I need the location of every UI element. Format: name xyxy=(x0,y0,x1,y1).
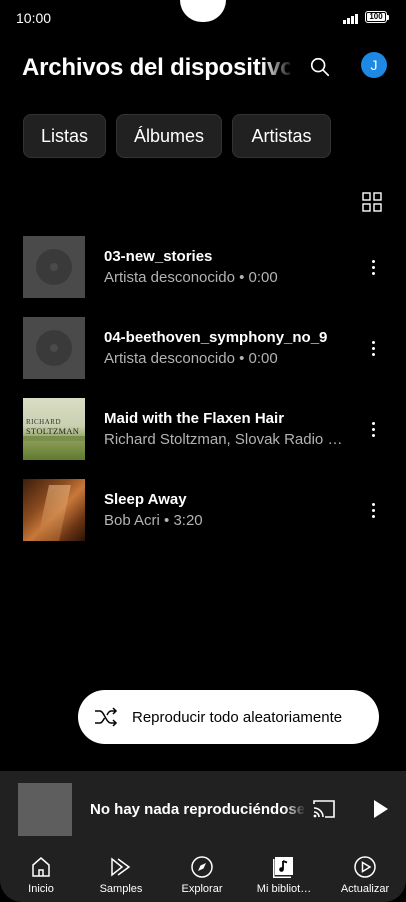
samples-icon xyxy=(111,857,131,877)
shuffle-icon xyxy=(95,707,118,727)
chip-artistas[interactable]: Artistas xyxy=(232,114,331,158)
track-subtitle: Bob Acri • 3:20 xyxy=(104,512,203,529)
track-title: Sleep Away xyxy=(104,491,187,508)
track-title: Maid with the Flaxen Hair xyxy=(104,410,285,427)
play-button[interactable] xyxy=(368,797,392,821)
track-row[interactable]: 04-beethoven_symphony_no_9 Artista desco… xyxy=(0,317,406,387)
more-options-icon[interactable] xyxy=(364,501,382,519)
more-options-icon[interactable] xyxy=(364,420,382,438)
signal-icon xyxy=(343,12,361,24)
shuffle-all-button[interactable]: Reproducir todo aleatoriamente xyxy=(78,690,379,744)
search-icon xyxy=(310,57,330,77)
camera-notch xyxy=(180,0,226,22)
nav-item-explorar[interactable]: Explorar xyxy=(162,845,242,902)
nav-label: Samples xyxy=(99,883,143,895)
title-fade xyxy=(262,52,294,88)
chip-albumes[interactable]: Álbumes xyxy=(116,114,222,158)
nav-label: Inicio xyxy=(28,883,54,895)
disc-icon xyxy=(36,330,72,366)
library-icon xyxy=(273,857,293,878)
more-options-icon[interactable] xyxy=(364,258,382,276)
track-subtitle: Richard Stoltzman, Slovak Radio Symphony… xyxy=(104,431,349,448)
album-art-text: RICHARD xyxy=(26,418,62,426)
app-screen: 10:00 100 Archivos del dispositivo J Lis… xyxy=(0,0,406,902)
search-button[interactable] xyxy=(303,50,337,84)
battery-level: 100 xyxy=(369,12,383,21)
track-thumbnail xyxy=(23,317,85,379)
nav-item-actualizar[interactable]: Actualizar xyxy=(325,845,405,902)
chip-listas[interactable]: Listas xyxy=(23,114,106,158)
cast-button[interactable] xyxy=(310,795,338,823)
grid-icon xyxy=(362,192,382,212)
shuffle-all-label: Reproducir todo aleatoriamente xyxy=(132,709,343,726)
upgrade-icon xyxy=(354,856,376,878)
album-art xyxy=(23,479,85,541)
nav-item-mi-biblioteca[interactable]: Mi bibliot… xyxy=(244,845,324,902)
track-row[interactable]: Sleep Away Bob Acri • 3:20 xyxy=(0,479,406,549)
cast-icon xyxy=(313,800,335,818)
track-title: 03-new_stories xyxy=(104,248,213,265)
battery-cap xyxy=(387,15,389,20)
home-icon xyxy=(32,857,50,877)
mini-player[interactable]: No hay nada reproduciéndose xyxy=(0,771,406,845)
track-row[interactable]: 03-new_stories Artista desconocido • 0:0… xyxy=(0,236,406,306)
grid-view-button[interactable] xyxy=(361,191,383,213)
page-title: Archivos del dispositivo xyxy=(22,54,290,81)
compass-icon xyxy=(191,856,213,878)
track-subtitle: Artista desconocido • 0:00 xyxy=(104,350,278,367)
track-thumbnail xyxy=(23,236,85,298)
avatar[interactable]: J xyxy=(361,52,387,78)
track-title: 04-beethoven_symphony_no_9 xyxy=(104,329,328,346)
bottom-navigation: Inicio Samples Explorar Mi bibliot… Actu… xyxy=(0,845,406,902)
album-art-text: STOLTZMAN xyxy=(26,426,80,436)
nav-label: Explorar xyxy=(181,883,223,895)
play-icon xyxy=(374,800,388,818)
nav-item-samples[interactable]: Samples xyxy=(81,845,161,902)
nav-label: Actualizar xyxy=(340,883,390,895)
disc-icon xyxy=(36,249,72,285)
track-subtitle: Artista desconocido • 0:00 xyxy=(104,269,278,286)
status-bar: 10:00 100 xyxy=(0,0,406,34)
more-options-icon[interactable] xyxy=(364,339,382,357)
track-row[interactable]: RICHARD STOLTZMAN Maid with the Flaxen H… xyxy=(0,398,406,468)
album-art: RICHARD STOLTZMAN xyxy=(23,398,85,460)
nav-label: Mi bibliot… xyxy=(256,883,312,895)
nav-item-inicio[interactable]: Inicio xyxy=(1,845,81,902)
status-time: 10:00 xyxy=(16,10,52,26)
battery-icon: 100 xyxy=(365,11,387,23)
player-thumbnail xyxy=(18,783,72,836)
player-text-fade xyxy=(284,795,306,825)
player-status-text: No hay nada reproduciéndose xyxy=(90,801,304,818)
